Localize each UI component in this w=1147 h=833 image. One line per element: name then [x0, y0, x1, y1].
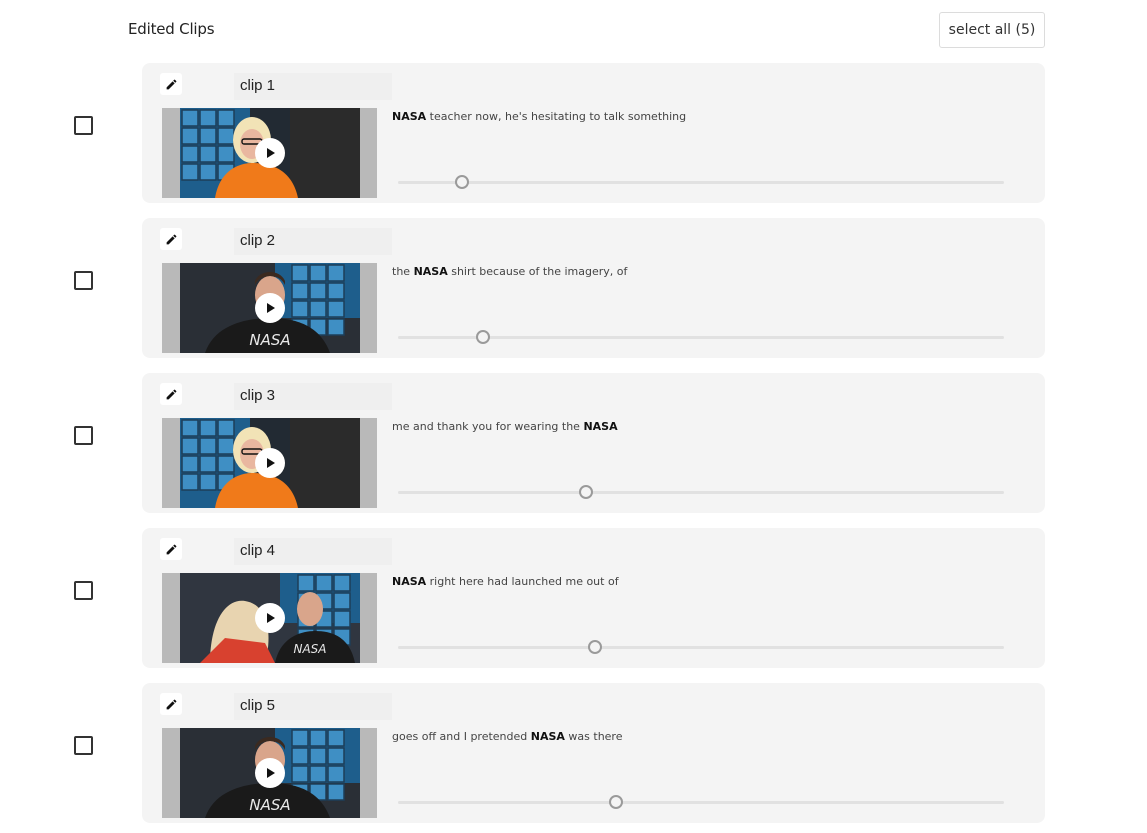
transcript-keyword: NASA: [392, 575, 427, 588]
clip-thumbnail[interactable]: NASA: [162, 263, 377, 353]
transcript-keyword: NASA: [583, 420, 618, 433]
svg-text:NASA: NASA: [249, 796, 290, 814]
slider-handle[interactable]: [587, 640, 602, 654]
clip-thumbnail[interactable]: NASA: [162, 573, 377, 663]
clip-trim-slider[interactable]: [398, 640, 1004, 654]
transcript-pre: me and thank you for wearing the: [392, 420, 584, 433]
pencil-icon: [166, 79, 176, 89]
svg-text:NASA: NASA: [293, 642, 326, 656]
play-icon[interactable]: [255, 603, 285, 633]
clip-thumbnail[interactable]: NASA: [162, 728, 377, 818]
clip-checkbox[interactable]: [74, 736, 93, 755]
edit-clip-button[interactable]: [160, 73, 182, 95]
slider-track: [398, 491, 1004, 494]
slider-track: [398, 801, 1004, 804]
clip-transcript: goes off and I pretended NASA was there: [392, 730, 622, 743]
edit-clip-button[interactable]: [160, 693, 182, 715]
transcript-post: right here had launched me out of: [426, 575, 619, 588]
pencil-icon: [166, 389, 176, 399]
clip-row: clip 1 NASA teacher now, he's hesitating…: [0, 63, 1147, 203]
transcript-post: teacher now, he's hesitating to talk som…: [426, 110, 687, 123]
page-title: Edited Clips: [128, 20, 215, 38]
clip-row: clip 2 NASA the NASA shirt because of th…: [0, 218, 1147, 358]
slider-handle[interactable]: [475, 330, 490, 344]
slider-handle[interactable]: [578, 485, 593, 499]
select-all-button[interactable]: select all (5): [939, 12, 1045, 48]
transcript-keyword: NASA: [530, 730, 565, 743]
clip-card: clip 2 NASA the NASA shirt because of th…: [142, 218, 1045, 358]
transcript-post: was there: [564, 730, 623, 743]
transcript-keyword: NASA: [413, 265, 448, 278]
play-icon[interactable]: [255, 138, 285, 168]
clip-thumbnail[interactable]: [162, 108, 377, 198]
edit-clip-button[interactable]: [160, 228, 182, 250]
clip-checkbox[interactable]: [74, 581, 93, 600]
slider-track: [398, 181, 1004, 184]
slider-handle[interactable]: [609, 795, 624, 809]
clip-checkbox[interactable]: [74, 426, 93, 445]
pencil-icon: [166, 234, 176, 244]
play-icon[interactable]: [255, 448, 285, 478]
pencil-icon: [166, 699, 176, 709]
clip-name-field[interactable]: clip 1: [234, 73, 392, 100]
clip-trim-slider[interactable]: [398, 795, 1004, 809]
clip-row: clip 4 NASA NASA right here had launched…: [0, 528, 1147, 668]
clip-name-field[interactable]: clip 2: [234, 228, 392, 255]
clip-card: clip 5 NASA goes off and I pretended NAS…: [142, 683, 1045, 823]
transcript-pre: the: [392, 265, 414, 278]
clip-checkbox[interactable]: [74, 271, 93, 290]
clip-trim-slider[interactable]: [398, 175, 1004, 189]
edit-clip-button[interactable]: [160, 538, 182, 560]
clip-transcript: NASA teacher now, he's hesitating to tal…: [392, 110, 686, 123]
clip-thumbnail[interactable]: [162, 418, 377, 508]
clip-card: clip 3 me and thank you for wearing the …: [142, 373, 1045, 513]
clip-checkbox[interactable]: [74, 116, 93, 135]
clip-transcript: me and thank you for wearing the NASA: [392, 420, 618, 433]
clip-name-field[interactable]: clip 4: [234, 538, 392, 565]
clip-transcript: the NASA shirt because of the imagery, o…: [392, 265, 627, 278]
slider-track: [398, 646, 1004, 649]
play-icon[interactable]: [255, 293, 285, 323]
transcript-keyword: NASA: [392, 110, 427, 123]
clip-name-field[interactable]: clip 5: [234, 693, 392, 720]
clip-row: clip 3 me and thank you for wearing the …: [0, 373, 1147, 513]
clip-trim-slider[interactable]: [398, 485, 1004, 499]
transcript-pre: goes off and I pretended: [392, 730, 531, 743]
clip-row: clip 5 NASA goes off and I pretended NAS…: [0, 683, 1147, 823]
play-icon[interactable]: [255, 758, 285, 788]
transcript-post: shirt because of the imagery, of: [447, 265, 628, 278]
clip-name-field[interactable]: clip 3: [234, 383, 392, 410]
clip-card: clip 4 NASA NASA right here had launched…: [142, 528, 1045, 668]
clip-transcript: NASA right here had launched me out of: [392, 575, 619, 588]
pencil-icon: [166, 544, 176, 554]
svg-text:NASA: NASA: [249, 331, 290, 349]
edit-clip-button[interactable]: [160, 383, 182, 405]
clip-trim-slider[interactable]: [398, 330, 1004, 344]
clip-card: clip 1 NASA teacher now, he's hesitating…: [142, 63, 1045, 203]
slider-handle[interactable]: [454, 175, 469, 189]
